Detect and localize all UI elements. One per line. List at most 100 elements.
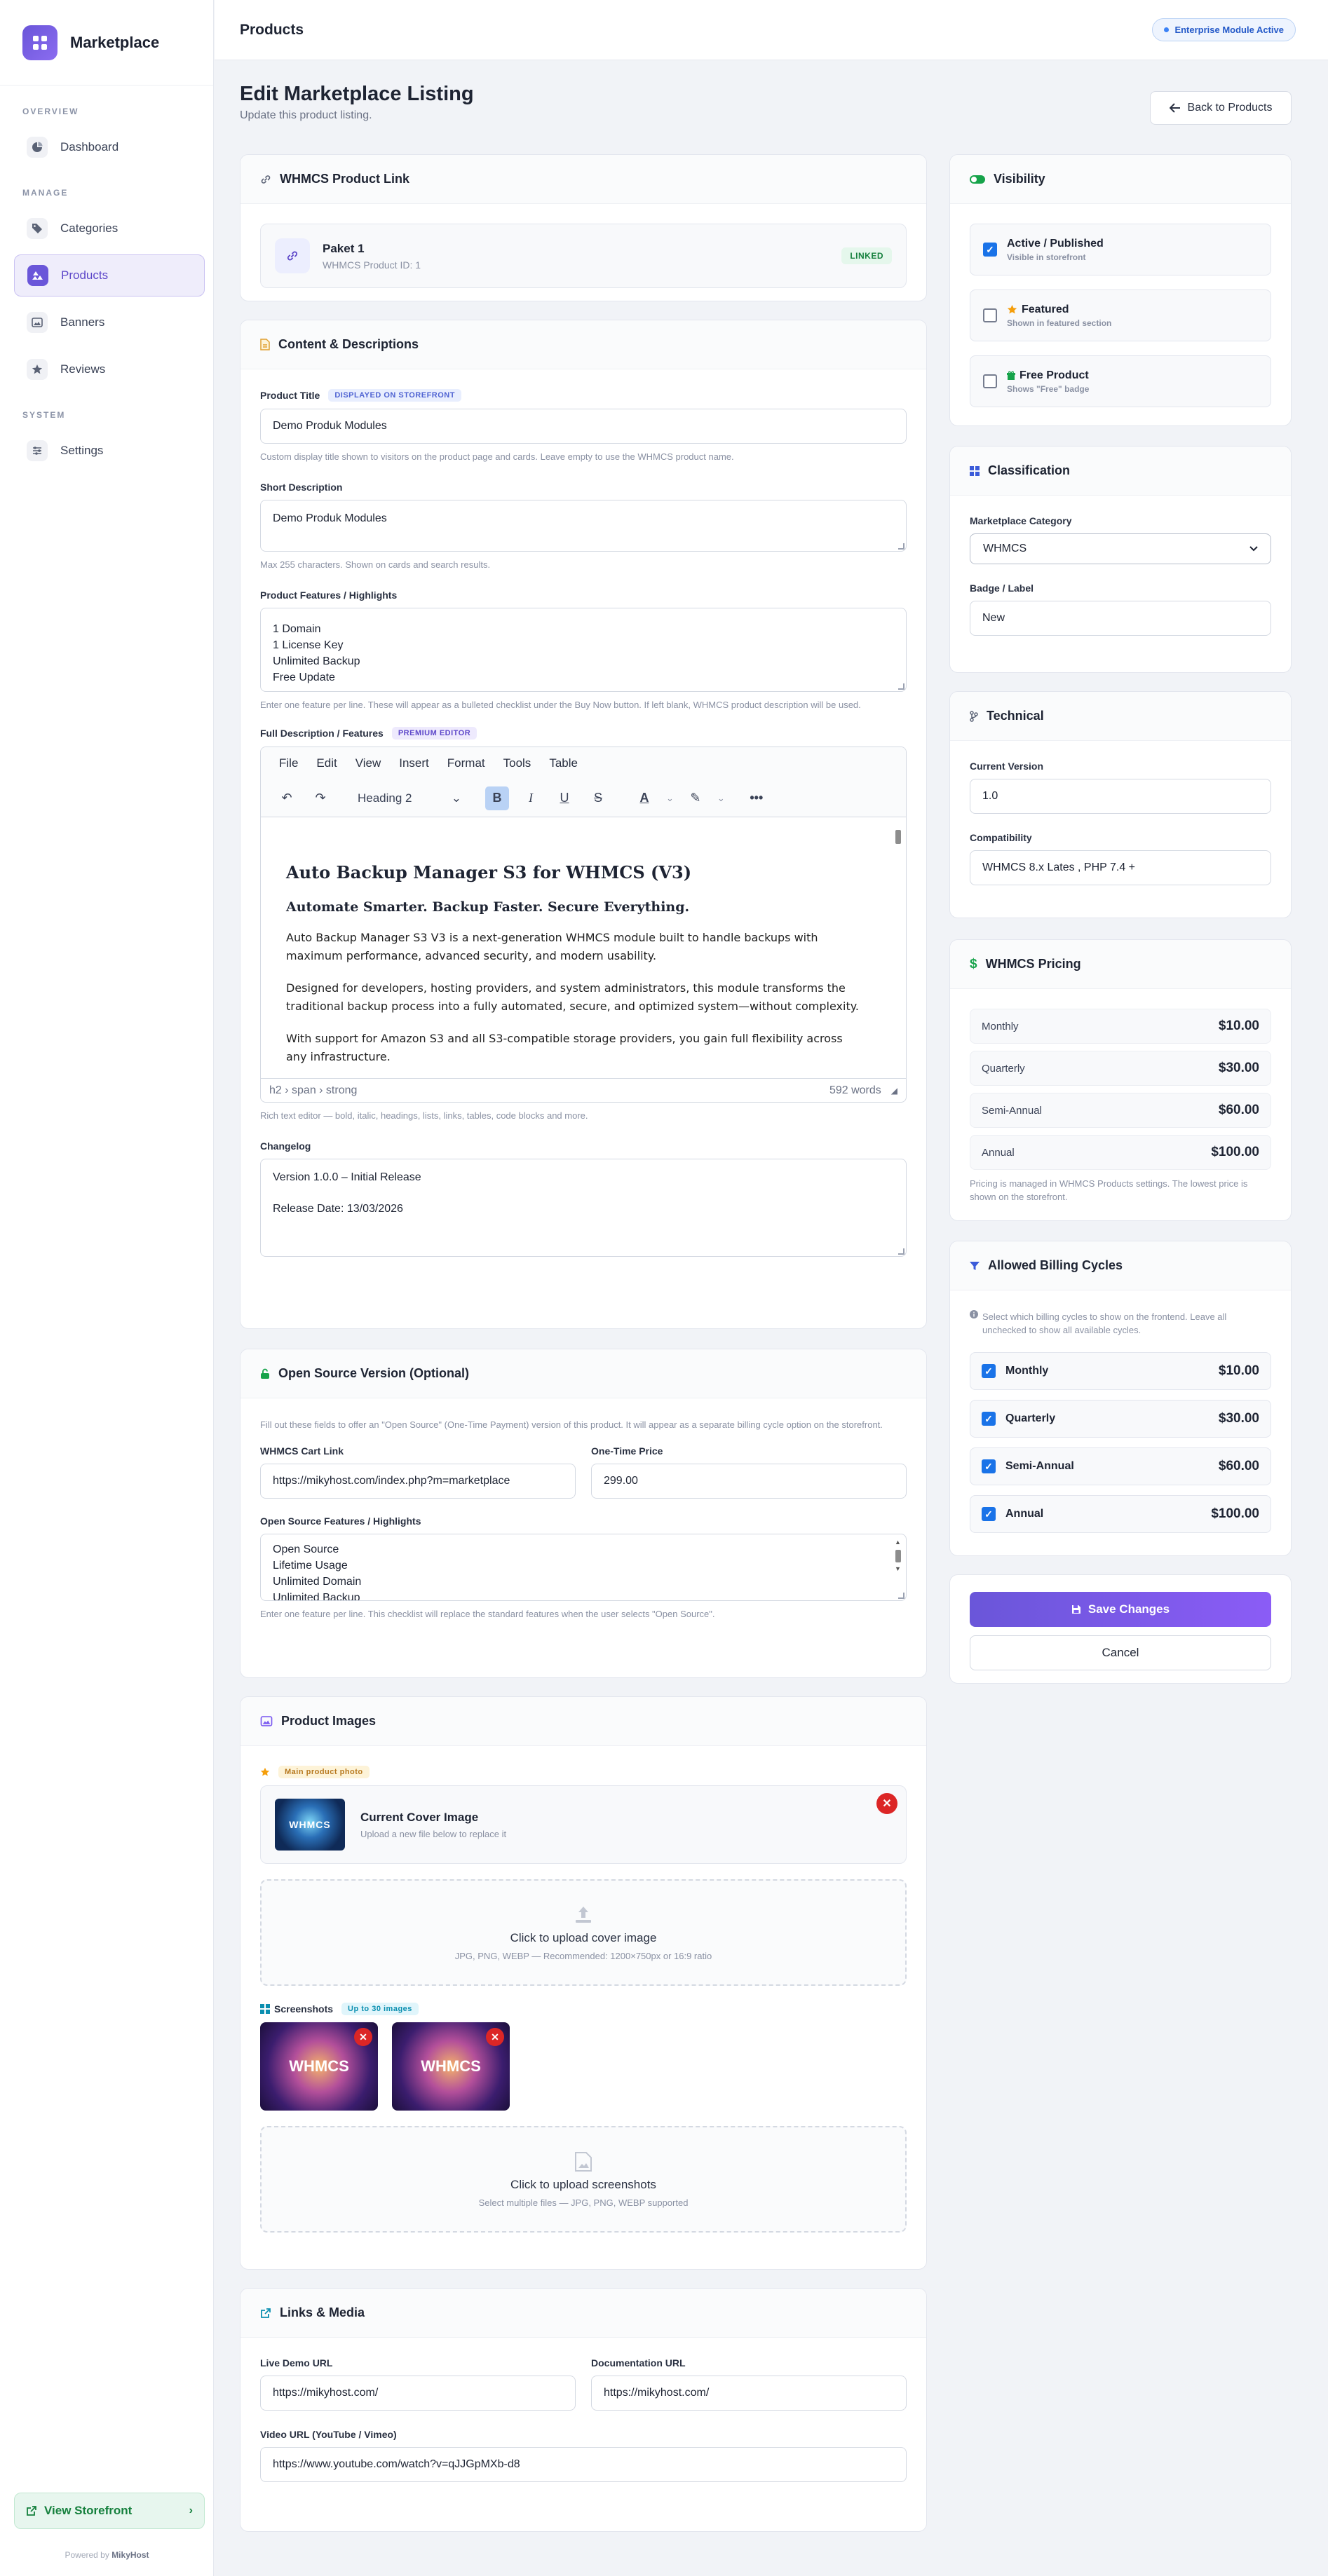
features-textarea[interactable]: 1 Domain 1 License Key Unlimited Backup … [260, 608, 907, 692]
featured-checkbox[interactable] [983, 308, 997, 322]
storefront-tag: DISPLAYED ON STOREFRONT [328, 389, 461, 402]
sidebar-item-label: Reviews [60, 362, 106, 376]
highlight-icon[interactable]: ✎ [684, 786, 707, 810]
powered-by: Powered by MikyHost [65, 2550, 149, 2560]
page-title: Edit Marketplace Listing [240, 83, 474, 105]
cycle-checkbox[interactable]: ✓ [982, 1459, 996, 1473]
card-header: Open Source Version (Optional) [240, 1349, 926, 1398]
view-storefront-button[interactable]: View Storefront › [14, 2493, 205, 2529]
sidebar-item-settings[interactable]: Settings [14, 430, 205, 472]
upload-cover-dropzone[interactable]: Click to upload cover image JPG, PNG, WE… [260, 1879, 907, 1986]
cancel-button[interactable]: Cancel [970, 1635, 1271, 1670]
category-select[interactable]: WHMCS [970, 533, 1271, 564]
version-label: Current Version [970, 761, 1044, 772]
element-path[interactable]: h2 › span › strong [269, 1084, 357, 1097]
active-published-option[interactable]: ✓ Active / Published Visible in storefron… [970, 224, 1271, 275]
editor-toolbar: ↶ ↷ Heading 2 ⌄ B I U S A ⌄ ✎ ⌄ ••• [261, 779, 906, 817]
back-to-products-button[interactable]: Back to Products [1150, 91, 1292, 125]
sidebar-item-categories[interactable]: Categories [14, 207, 205, 250]
option-title: Free Product [1019, 369, 1089, 381]
version-input[interactable]: 1.0 [970, 779, 1271, 814]
menu-insert[interactable]: Insert [399, 756, 429, 770]
star-icon [1007, 304, 1017, 315]
menu-table[interactable]: Table [549, 756, 578, 770]
star-icon [260, 1767, 270, 1777]
card-header: WHMCS Product Link [240, 155, 926, 204]
product-title-input[interactable]: Demo Produk Modules [260, 409, 907, 444]
os-features-textarea[interactable]: Open Source Lifetime Usage Unlimited Dom… [260, 1534, 907, 1601]
upload-screenshots-dropzone[interactable]: Click to upload screenshots Select multi… [260, 2126, 907, 2233]
menu-format[interactable]: Format [447, 756, 485, 770]
video-url-label: Video URL (YouTube / Vimeo) [260, 2429, 397, 2440]
help-text: Enter one feature per line. These will a… [260, 700, 861, 710]
topbar: Products Enterprise Module Active [215, 0, 1328, 60]
editor-content[interactable]: Auto Backup Manager S3 for WHMCS (V3) Au… [261, 817, 906, 1078]
chevron-down-icon[interactable]: ⌄ [717, 793, 725, 804]
video-url-input[interactable]: https://www.youtube.com/watch?v=qJJGpMXb… [260, 2447, 907, 2482]
redo-icon[interactable]: ↷ [309, 786, 332, 810]
short-description-textarea[interactable]: Demo Produk Modules [260, 500, 907, 552]
sidebar-item-reviews[interactable]: Reviews [14, 348, 205, 390]
resize-handle[interactable]: ◢ [891, 1086, 897, 1096]
featured-option[interactable]: Featured Shown in featured section [970, 289, 1271, 341]
external-link-icon [26, 2505, 37, 2516]
compatibility-input[interactable]: WHMCS 8.x Lates , PHP 7.4 + [970, 850, 1271, 885]
remove-cover-button[interactable]: ✕ [876, 1793, 897, 1814]
cycle-row-monthly[interactable]: ✓ Monthly $10.00 [970, 1352, 1271, 1390]
brand[interactable]: Marketplace [0, 0, 213, 86]
resize-handle[interactable] [898, 1593, 904, 1599]
italic-icon[interactable]: I [519, 786, 543, 810]
block-format-select[interactable]: Heading 2 ⌄ [342, 791, 475, 805]
editor-scrollbar[interactable] [895, 823, 902, 1072]
docs-url-input[interactable]: https://mikyhost.com/ [591, 2376, 907, 2411]
demo-url-input[interactable]: https://mikyhost.com/ [260, 2376, 576, 2411]
menu-view[interactable]: View [355, 756, 381, 770]
badge-input[interactable]: New [970, 601, 1271, 636]
sidebar-item-dashboard[interactable]: Dashboard [14, 126, 205, 168]
bold-icon[interactable]: B [485, 786, 509, 810]
screenshot-thumbnail: WHMCS ✕ [260, 2022, 378, 2111]
textarea-scrollbar[interactable]: ▲ ▼ [895, 1539, 902, 1588]
changelog-textarea[interactable]: Version 1.0.0 – Initial Release Release … [260, 1159, 907, 1257]
cart-link-input[interactable]: https://mikyhost.com/index.php?m=marketp… [260, 1464, 576, 1499]
cycle-checkbox[interactable]: ✓ [982, 1412, 996, 1426]
info-icon [970, 1310, 978, 1337]
tag-icon [27, 218, 48, 239]
remove-screenshot-button[interactable]: ✕ [354, 2028, 372, 2046]
strikethrough-icon[interactable]: S [586, 786, 610, 810]
upload-screenshots-hint: Select multiple files — JPG, PNG, WEBP s… [478, 2197, 689, 2208]
menu-file[interactable]: File [279, 756, 298, 770]
active-checkbox[interactable]: ✓ [983, 243, 997, 257]
save-changes-button[interactable]: Save Changes [970, 1592, 1271, 1627]
dollar-icon: $ [970, 956, 977, 972]
chevron-down-icon[interactable]: ⌄ [666, 793, 674, 804]
cycle-row-semi-annual[interactable]: ✓ Semi-Annual $60.00 [970, 1447, 1271, 1485]
sidebar-item-banners[interactable]: Banners [14, 301, 205, 343]
scrollbar-thumb[interactable] [895, 830, 901, 844]
resize-handle[interactable] [898, 683, 904, 690]
card-header: Product Images [240, 1697, 926, 1746]
screenshot-thumbnail: WHMCS ✕ [392, 2022, 510, 2111]
menu-edit[interactable]: Edit [316, 756, 337, 770]
cycle-checkbox[interactable]: ✓ [982, 1507, 996, 1521]
card-header: Links & Media [240, 2289, 926, 2338]
undo-icon[interactable]: ↶ [275, 786, 299, 810]
more-icon[interactable]: ••• [745, 786, 768, 810]
word-count[interactable]: 592 words [829, 1084, 881, 1097]
menu-tools[interactable]: Tools [503, 756, 531, 770]
os-features-label: Open Source Features / Highlights [260, 1515, 421, 1527]
cycle-row-quarterly[interactable]: ✓ Quarterly $30.00 [970, 1400, 1271, 1438]
one-time-price-input[interactable]: 299.00 [591, 1464, 907, 1499]
cycle-row-annual[interactable]: ✓ Annual $100.00 [970, 1495, 1271, 1533]
cycle-checkbox[interactable]: ✓ [982, 1364, 996, 1378]
free-checkbox[interactable] [983, 374, 997, 388]
resize-handle[interactable] [898, 1248, 904, 1255]
price-row: Quarterly $30.00 [970, 1051, 1271, 1086]
card-header: Content & Descriptions [240, 320, 926, 369]
resize-handle[interactable] [898, 543, 904, 550]
remove-screenshot-button[interactable]: ✕ [486, 2028, 504, 2046]
underline-icon[interactable]: U [553, 786, 576, 810]
sidebar-item-products[interactable]: Products [14, 254, 205, 297]
free-product-option[interactable]: Free Product Shows "Free" badge [970, 355, 1271, 407]
text-color-icon[interactable]: A [632, 786, 656, 810]
